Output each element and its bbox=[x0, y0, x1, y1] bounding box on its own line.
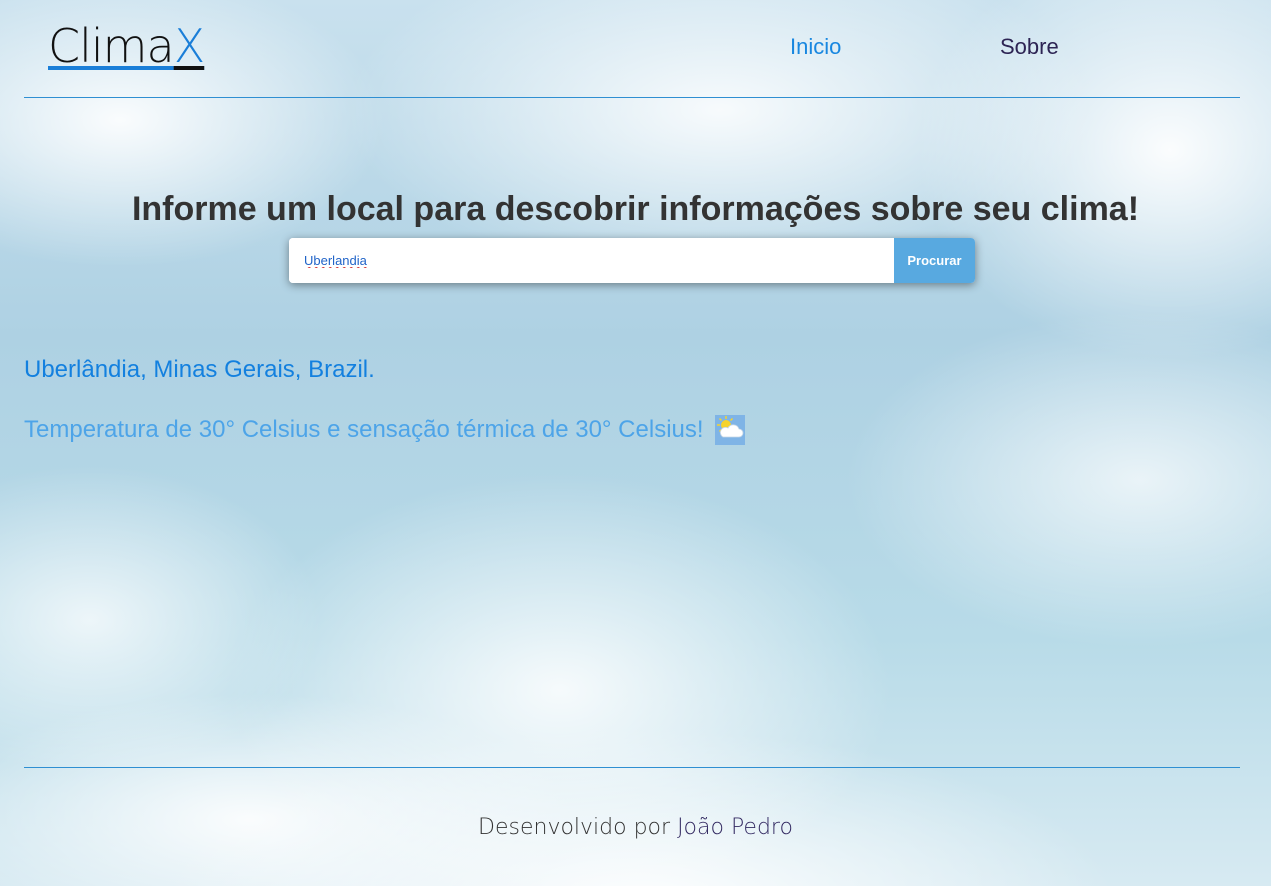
search-button[interactable]: Procurar bbox=[894, 238, 975, 283]
location-search-input[interactable] bbox=[289, 238, 894, 283]
footer-divider bbox=[24, 767, 1240, 768]
footer-author: João Pedro bbox=[677, 815, 793, 840]
temperature-result: Temperatura de 30° Celsius e sensação té… bbox=[24, 415, 745, 447]
temperature-text: Temperatura de 30° Celsius e sensação té… bbox=[24, 416, 704, 443]
logo-accent-text: X bbox=[173, 19, 206, 73]
location-result: Uberlândia, Minas Gerais, Brazil. bbox=[24, 356, 375, 383]
logo-main-text: Clima bbox=[48, 19, 175, 73]
search-bar: Procurar bbox=[289, 238, 975, 283]
page-title: Informe um local para descobrir informaç… bbox=[131, 189, 1140, 228]
footer-prefix: Desenvolvido por bbox=[478, 815, 671, 840]
nav-link-inicio[interactable]: Inicio bbox=[790, 33, 841, 61]
site-header: ClimaX Inicio Sobre bbox=[24, 0, 1240, 98]
nav-link-sobre[interactable]: Sobre bbox=[1000, 33, 1059, 61]
site-logo[interactable]: ClimaX bbox=[48, 17, 206, 75]
site-footer: Desenvolvido por João Pedro bbox=[0, 813, 1271, 843]
partly-cloudy-icon bbox=[715, 415, 745, 445]
